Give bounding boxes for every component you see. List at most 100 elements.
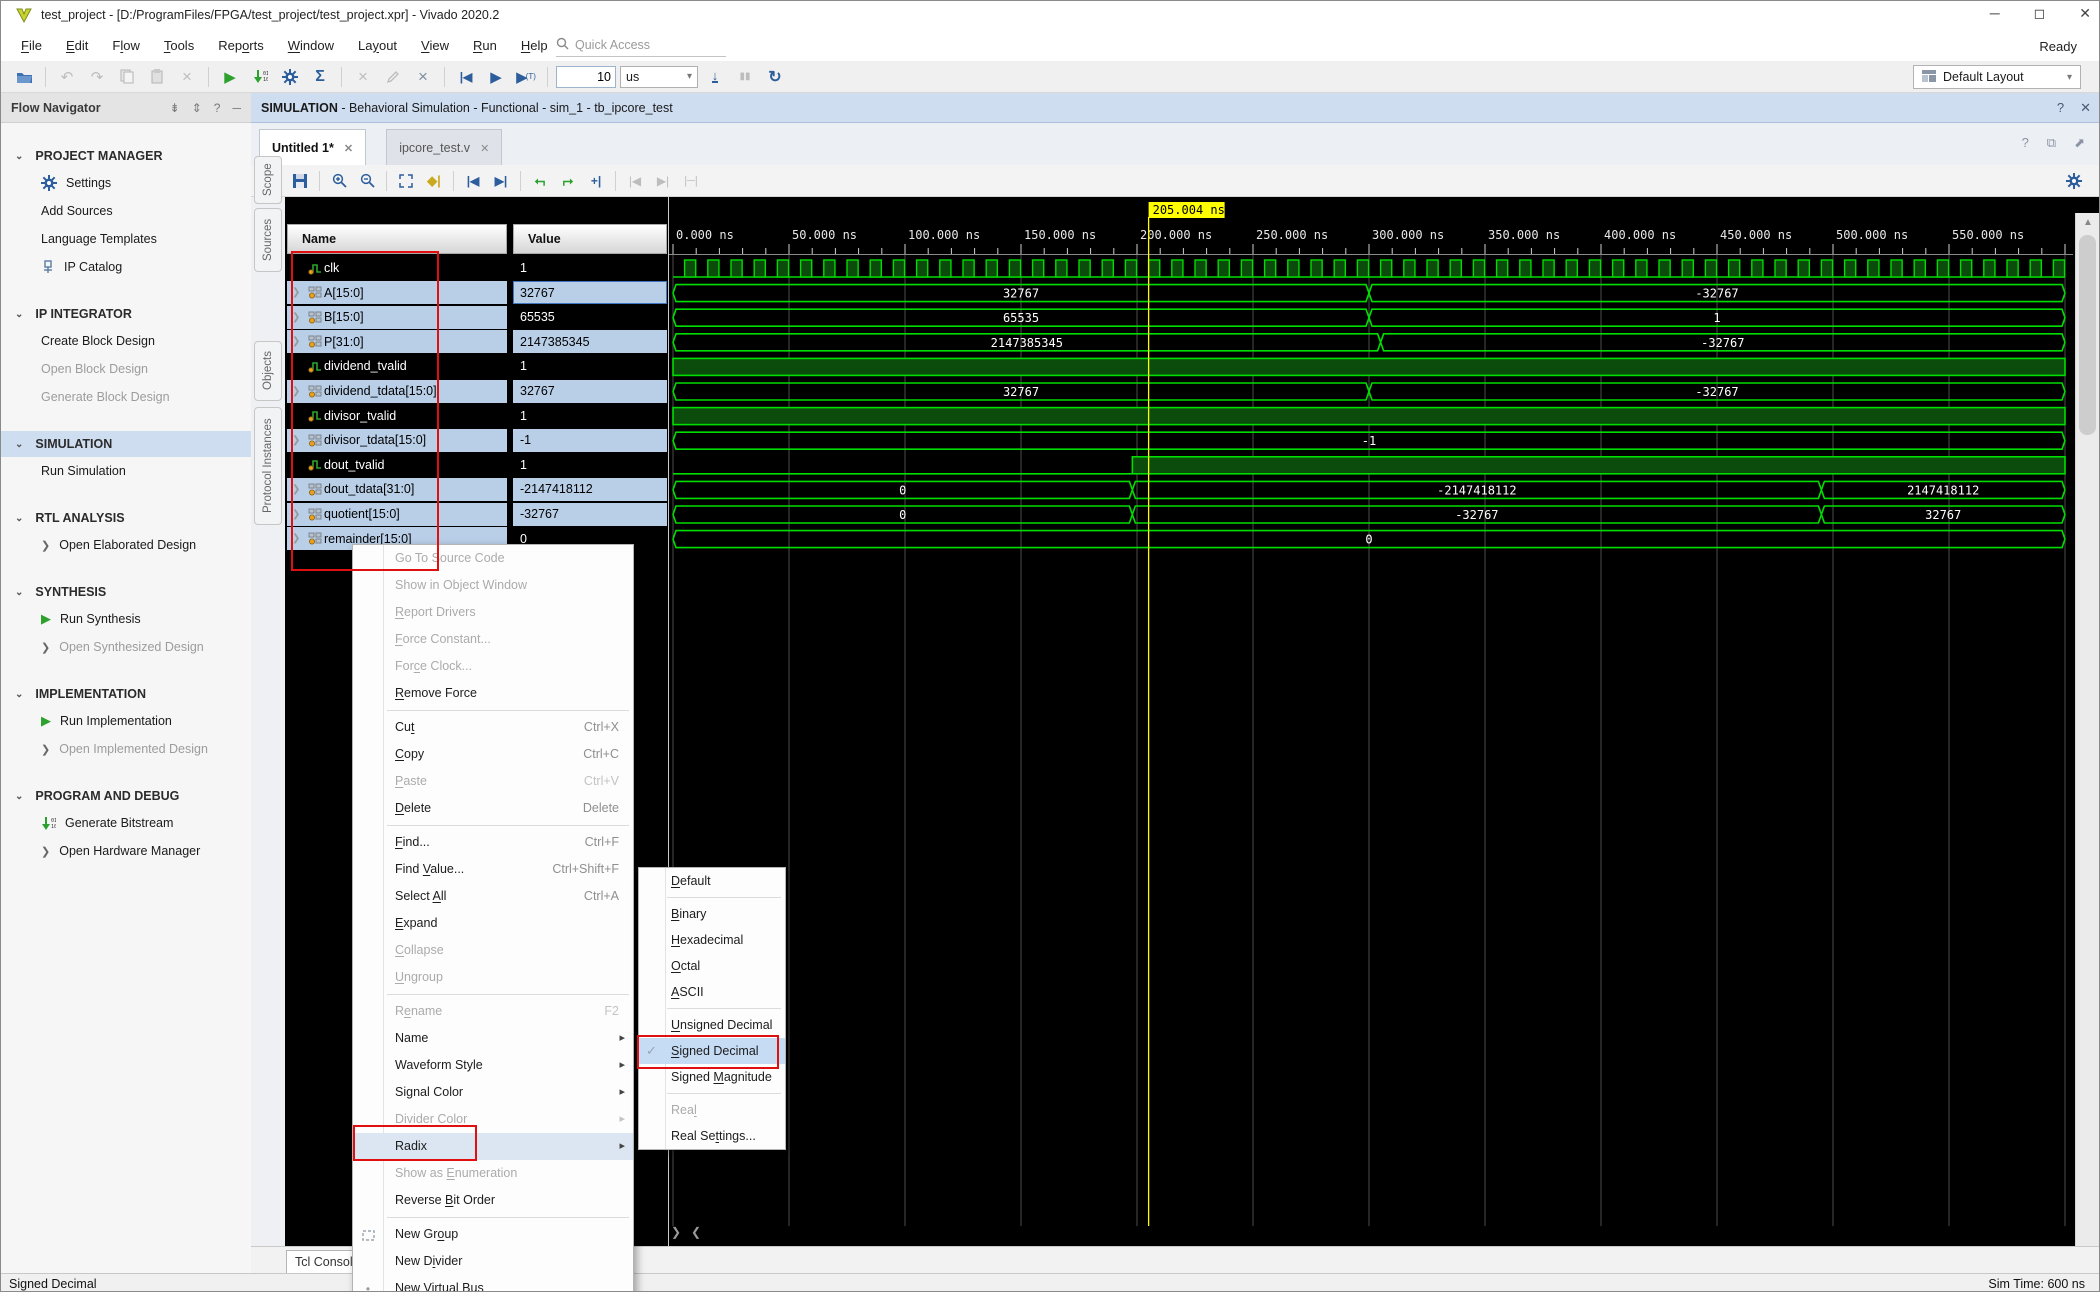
float-window-icon[interactable]: ⧉ <box>2047 135 2056 151</box>
flownav-section-project-manager[interactable]: ⌄PROJECT MANAGER <box>1 143 251 169</box>
menubar-layout[interactable]: Layout <box>346 34 409 57</box>
toolbar-redo-button[interactable]: ↷ <box>84 65 110 89</box>
menubar-reports[interactable]: Reports <box>206 34 276 57</box>
signal-value-cell[interactable]: 1 <box>513 257 667 280</box>
flownav-item-open-elaborated-design[interactable]: ❯Open Elaborated Design <box>1 531 251 559</box>
menu-item-copy[interactable]: CopyCtrl+C <box>353 741 633 768</box>
signal-row-divisor-tvalid[interactable]: divisor_tvalid1 <box>285 404 668 428</box>
toolbar-paste-button[interactable] <box>144 65 170 89</box>
menu-item-show-as-enumeration[interactable]: Show as Enumeration <box>353 1160 633 1187</box>
flownav-section-implementation[interactable]: ⌄IMPLEMENTATION <box>1 681 251 707</box>
tab-ipcore-test-v[interactable]: ipcore_test.v✕ <box>386 129 502 166</box>
radix-option-signed-decimal[interactable]: ✓Signed Decimal <box>639 1038 785 1064</box>
signal-value-cell[interactable]: 32767 <box>513 380 667 403</box>
wave-toolbar-next-marker-button[interactable]: ⮣ <box>555 169 581 193</box>
menu-item-name[interactable]: Name▸ <box>353 1025 633 1052</box>
toolbar-sigma-button[interactable]: Σ <box>307 65 333 89</box>
toolbar-step-to-line-button[interactable]: ↓ <box>702 65 728 89</box>
menu-item-find-value-[interactable]: Find Value...Ctrl+Shift+F <box>353 856 633 883</box>
signal-row-b-15-0-[interactable]: ❯B[15:0]65535 <box>285 305 668 329</box>
help-icon[interactable]: ? <box>2057 100 2064 116</box>
close-icon[interactable]: ✕ <box>344 142 353 155</box>
wave-toolbar-jump-left-disabled-button[interactable]: |◀ <box>622 169 648 193</box>
close-icon[interactable]: ✕ <box>480 142 489 155</box>
column-header-name[interactable]: Name <box>287 224 507 254</box>
menu-item-report-drivers[interactable]: Report Drivers <box>353 599 633 626</box>
signal-value-cell[interactable]: -1 <box>513 429 667 452</box>
flownav-item-ip-catalog[interactable]: IP Catalog <box>1 253 251 281</box>
waveform-canvas[interactable]: 0.000 ns50.000 ns100.000 ns150.000 ns200… <box>669 197 2073 1246</box>
wave-toolbar-add-marker-button[interactable]: +| <box>583 169 609 193</box>
menubar-run[interactable]: Run <box>461 34 509 57</box>
close-panel-icon[interactable]: ✕ <box>2080 100 2091 116</box>
flownav-section-ip-integrator[interactable]: ⌄IP INTEGRATOR <box>1 301 251 327</box>
maximize-panel-icon[interactable]: ⬈ <box>2074 135 2085 151</box>
signal-value-cell[interactable]: 65535 <box>513 306 667 329</box>
menubar-flow[interactable]: Flow <box>100 34 151 57</box>
toolbar-edit-pencil-button[interactable] <box>380 65 406 89</box>
toolbar-step-bitstream-button[interactable]: 0110 <box>247 65 273 89</box>
expand-chevron-icon[interactable]: ❯ <box>287 533 306 544</box>
flownav-item-run-simulation[interactable]: Run Simulation <box>1 457 251 485</box>
wave-toolbar-jump-right-disabled-button[interactable]: ▶| <box>650 169 676 193</box>
toolbar-run-all-button[interactable]: ▶ <box>483 65 509 89</box>
expand-all-icon[interactable]: ⇕ <box>192 101 202 115</box>
toolbar-restart-button[interactable]: |◀ <box>453 65 479 89</box>
minimize-button[interactable]: ─ <box>1990 5 2000 22</box>
menu-item-paste[interactable]: PasteCtrl+V <box>353 768 633 795</box>
expand-chevron-icon[interactable]: ❯ <box>287 312 306 323</box>
signal-name-cell[interactable]: ❯dout_tdata[31:0] <box>287 478 507 501</box>
run-time-input[interactable] <box>556 66 616 88</box>
menu-item-new-divider[interactable]: New Divider <box>353 1248 633 1275</box>
wave-settings-gear-button[interactable] <box>2061 169 2087 193</box>
signal-value-cell[interactable]: 2147385345 <box>513 330 667 353</box>
vertical-scrollbar[interactable]: ▲ <box>2075 213 2100 1246</box>
flownav-item-add-sources[interactable]: Add Sources <box>1 197 251 225</box>
signal-row-dividend-tdata-15-0-[interactable]: ❯dividend_tdata[15:0] 32767 <box>285 379 668 403</box>
menu-item-waveform-style[interactable]: Waveform Style▸ <box>353 1052 633 1079</box>
quick-access-search[interactable]: Quick Access <box>556 34 726 57</box>
menu-item-go-to-source-code[interactable]: Go To Source Code <box>353 545 633 572</box>
radix-option-binary[interactable]: Binary <box>639 901 785 927</box>
toolbar-copy-button[interactable] <box>114 65 140 89</box>
menubar-file[interactable]: File <box>9 34 54 57</box>
flownav-item-open-hardware-manager[interactable]: ❯Open Hardware Manager <box>1 837 251 865</box>
flownav-section-rtl-analysis[interactable]: ⌄RTL ANALYSIS <box>1 505 251 531</box>
menu-item-force-constant-[interactable]: Force Constant... <box>353 626 633 653</box>
help-icon[interactable]: ? <box>2022 135 2029 151</box>
flownav-item-run-synthesis[interactable]: ▶Run Synthesis <box>1 605 251 633</box>
toolbar-relaunch-button[interactable]: ↻ <box>762 65 788 89</box>
expand-chevron-icon[interactable]: ❯ <box>287 287 306 298</box>
flownav-item-settings[interactable]: Settings <box>1 169 251 197</box>
menu-item-force-clock-[interactable]: Force Clock... <box>353 653 633 680</box>
help-icon[interactable]: ? <box>214 101 221 115</box>
wave-toolbar-save-button[interactable] <box>287 169 313 193</box>
menu-item-expand[interactable]: Expand <box>353 910 633 937</box>
signal-row-quotient-15-0-[interactable]: ❯quotient[15:0]-32767 <box>285 502 668 526</box>
signal-value-cell[interactable]: -2147418112 <box>513 478 667 501</box>
expand-chevron-icon[interactable]: ❯ <box>287 484 306 495</box>
radix-option-signed-magnitude[interactable]: Signed Magnitude <box>639 1064 785 1090</box>
menu-item-show-in-object-window[interactable]: Show in Object Window <box>353 572 633 599</box>
menubar-window[interactable]: Window <box>276 34 346 57</box>
menu-item-new-group[interactable]: New Group <box>353 1221 633 1248</box>
signal-value-cell[interactable]: 32767 <box>513 281 667 304</box>
signal-row-divisor-tdata-15-0-[interactable]: ❯divisor_tdata[15:0]-1 <box>285 428 668 452</box>
menu-item-signal-color[interactable]: Signal Color▸ <box>353 1079 633 1106</box>
flownav-item-generate-bitstream[interactable]: 0110Generate Bitstream <box>1 809 251 837</box>
toolbar-break-x-button[interactable]: × <box>350 65 376 89</box>
signal-name-cell[interactable]: ❯dividend_tdata[15:0] <box>287 380 507 403</box>
maximize-button[interactable]: ◻ <box>2034 5 2046 22</box>
signal-value-cell[interactable]: -32767 <box>513 503 667 526</box>
menubar-edit[interactable]: Edit <box>54 34 100 57</box>
toolbar-open-folder-button[interactable] <box>11 65 37 89</box>
signal-name-cell[interactable]: ❯A[15:0] <box>287 281 507 304</box>
toolbar-delete-x-button[interactable]: × <box>174 65 200 89</box>
side-tab-scope[interactable]: Scope <box>254 156 282 204</box>
menu-item-delete[interactable]: DeleteDelete <box>353 795 633 822</box>
radix-option-octal[interactable]: Octal <box>639 953 785 979</box>
layout-selector[interactable]: Default Layout ▾ <box>1913 65 2081 89</box>
radix-option-unsigned-decimal[interactable]: Unsigned Decimal <box>639 1012 785 1038</box>
side-tab-protocol-instances[interactable]: Protocol Instances <box>254 407 282 525</box>
menubar-view[interactable]: View <box>409 34 461 57</box>
